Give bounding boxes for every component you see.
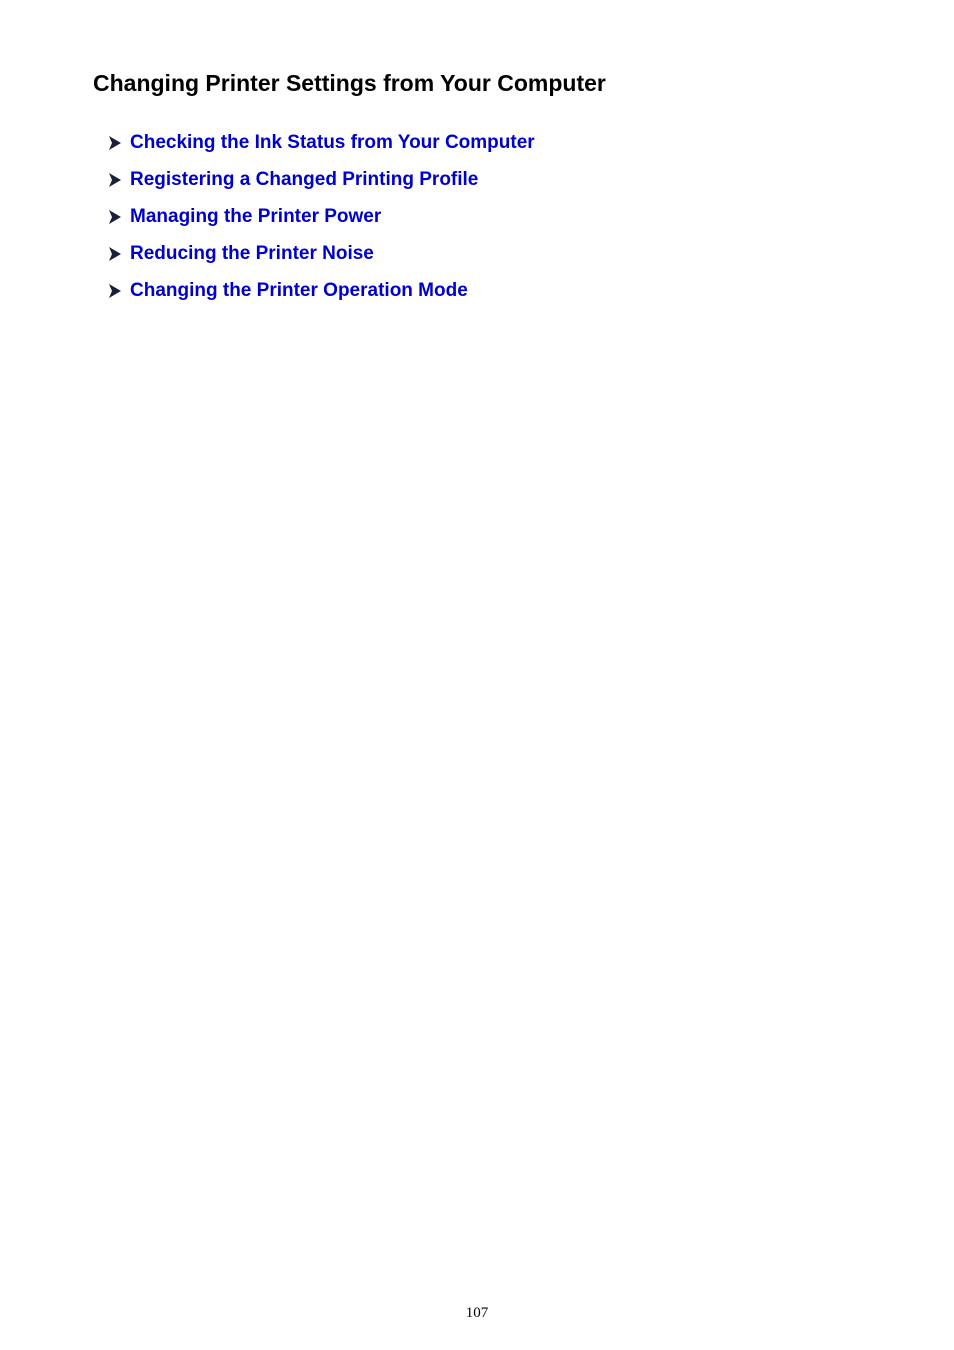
link-checking-ink-status[interactable]: Checking the Ink Status from Your Comput… (130, 132, 535, 154)
list-item: Checking the Ink Status from Your Comput… (108, 124, 535, 161)
link-reducing-printer-noise[interactable]: Reducing the Printer Noise (130, 243, 374, 265)
link-registering-printing-profile[interactable]: Registering a Changed Printing Profile (130, 169, 478, 191)
arrow-right-icon (108, 209, 122, 225)
page-number: 107 (465, 1305, 489, 1321)
arrow-right-icon (108, 246, 122, 262)
arrow-right-icon (108, 135, 122, 151)
list-item: Changing the Printer Operation Mode (108, 272, 535, 309)
page-title: Changing Printer Settings from Your Comp… (93, 70, 606, 96)
list-item: Reducing the Printer Noise (108, 235, 535, 272)
list-item: Managing the Printer Power (108, 198, 535, 235)
list-item: Registering a Changed Printing Profile (108, 161, 535, 198)
link-managing-printer-power[interactable]: Managing the Printer Power (130, 206, 381, 228)
topic-link-list: Checking the Ink Status from Your Comput… (108, 124, 535, 309)
link-changing-operation-mode[interactable]: Changing the Printer Operation Mode (130, 280, 468, 302)
arrow-right-icon (108, 283, 122, 299)
arrow-right-icon (108, 172, 122, 188)
